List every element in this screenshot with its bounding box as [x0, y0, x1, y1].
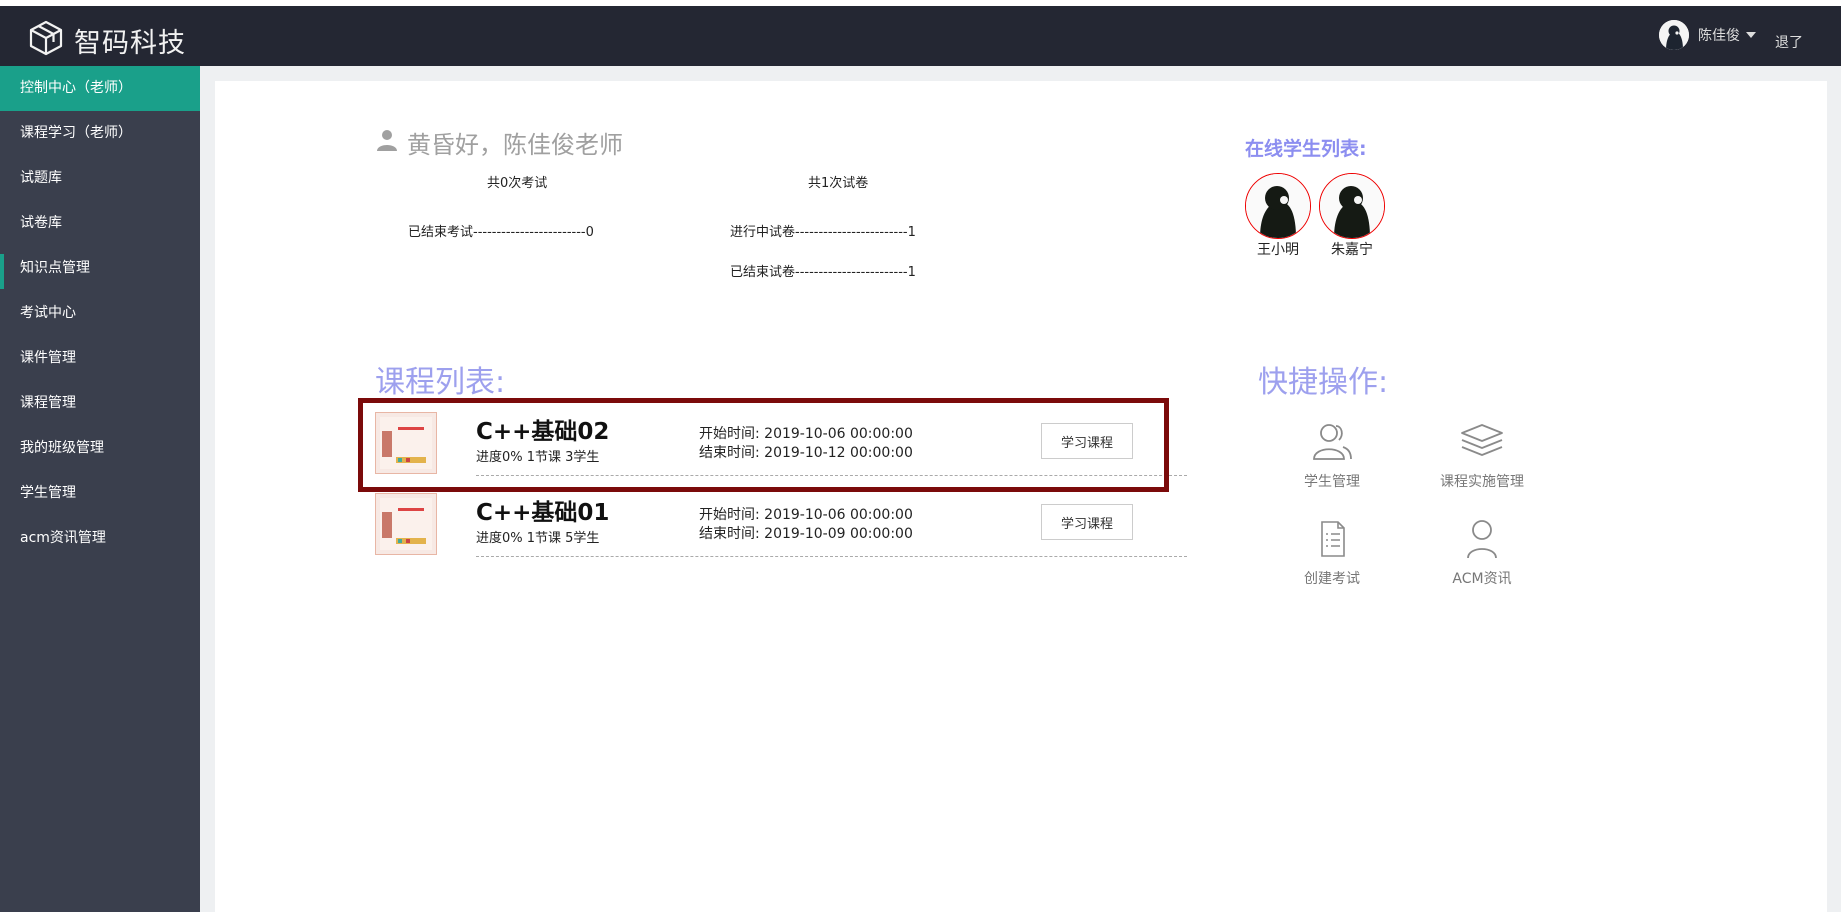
main-panel: 黄昏好，陈佳俊老师 共0次考试 共1次试卷 已结束考试-------------…: [215, 81, 1827, 912]
sidebar-item-course-study[interactable]: 课程学习（老师）: [0, 111, 200, 156]
user-icon: [375, 128, 407, 158]
course-highlight-box: [358, 398, 1169, 492]
sidebar-item-knowledge[interactable]: 知识点管理: [0, 246, 200, 291]
sidebar-item-paper-bank[interactable]: 试卷库: [0, 201, 200, 246]
app-header: 智码科技 陈佳俊 退了: [0, 6, 1841, 66]
quick-create-exam[interactable]: 创建考试: [1262, 516, 1402, 588]
ended-exam-count: 已结束考试------------------------0: [408, 225, 594, 240]
quick-label: ACM资讯: [1452, 571, 1512, 587]
sidebar-item-control-center[interactable]: 控制中心（老师）: [0, 66, 200, 111]
quick-course-implementation[interactable]: 课程实施管理: [1412, 419, 1552, 491]
course-list-title: 课程列表:: [375, 365, 506, 400]
greeting-text: 黄昏好，陈佳俊老师: [407, 131, 623, 159]
sidebar-marker: [0, 254, 4, 289]
avatar: [1245, 173, 1311, 239]
sidebar-item-acm-news[interactable]: acm资讯管理: [0, 516, 200, 561]
course-item[interactable]: C++基础01 进度0% 1节课 5学生 开始时间: 2019-10-06 00…: [375, 493, 1187, 573]
online-students-title: 在线学生列表:: [1245, 138, 1367, 160]
course-title[interactable]: C++基础01: [476, 493, 609, 527]
layers-icon: [1412, 419, 1552, 465]
sidebar-item-class-management[interactable]: 我的班级管理: [0, 426, 200, 471]
quick-acm-news[interactable]: ACM资讯: [1412, 516, 1552, 588]
user-name: 陈佳俊: [1698, 28, 1740, 44]
avatar: [1659, 20, 1689, 50]
quick-student-management[interactable]: 学生管理: [1262, 419, 1402, 491]
course-meta: 进度0% 1节课 5学生: [476, 531, 600, 546]
quick-label: 学生管理: [1304, 474, 1360, 490]
quick-label: 课程实施管理: [1440, 474, 1524, 490]
student-name: 王小明: [1257, 242, 1299, 258]
logo[interactable]: 智码科技: [26, 18, 186, 62]
quick-label: 创建考试: [1304, 571, 1360, 587]
ended-paper-count: 已结束试卷------------------------1: [730, 265, 916, 280]
online-student[interactable]: 朱嘉宁: [1319, 173, 1385, 259]
avatar: [1319, 173, 1385, 239]
student-name: 朱嘉宁: [1331, 242, 1373, 258]
ongoing-paper-count: 进行中试卷------------------------1: [730, 225, 916, 240]
person-icon: [1412, 516, 1552, 562]
document-icon: [1262, 516, 1402, 562]
paper-total: 共1次试卷: [808, 176, 869, 191]
sidebar-item-exam-center[interactable]: 考试中心: [0, 291, 200, 336]
cube-logo-icon: [26, 18, 66, 62]
sidebar-item-question-bank[interactable]: 试题库: [0, 156, 200, 201]
course-thumbnail: [375, 493, 437, 555]
exam-total: 共0次考试: [487, 176, 548, 191]
quick-actions-title: 快捷操作:: [1258, 365, 1389, 400]
sidebar-item-student-management[interactable]: 学生管理: [0, 471, 200, 516]
study-course-button[interactable]: 学习课程: [1041, 504, 1133, 540]
sidebar: 控制中心（老师） 课程学习（老师） 试题库 试卷库 知识点管理 考试中心 课件管…: [0, 66, 200, 912]
course-start-time: 开始时间: 2019-10-06 00:00:00: [699, 507, 913, 523]
greeting: 黄昏好，陈佳俊老师: [375, 125, 623, 160]
logout-link[interactable]: 退了: [1775, 32, 1803, 52]
chevron-down-icon: [1746, 32, 1756, 38]
course-end-time: 结束时间: 2019-10-09 00:00:00: [699, 526, 913, 542]
sidebar-item-courseware[interactable]: 课件管理: [0, 336, 200, 381]
users-icon: [1262, 419, 1402, 465]
course-time: 开始时间: 2019-10-06 00:00:00 结束时间: 2019-10-…: [699, 506, 913, 544]
logo-text: 智码科技: [74, 27, 186, 59]
divider: [476, 556, 1187, 557]
sidebar-item-course-management[interactable]: 课程管理: [0, 381, 200, 426]
online-student[interactable]: 王小明: [1245, 173, 1311, 259]
user-menu[interactable]: 陈佳俊: [1659, 20, 1756, 50]
